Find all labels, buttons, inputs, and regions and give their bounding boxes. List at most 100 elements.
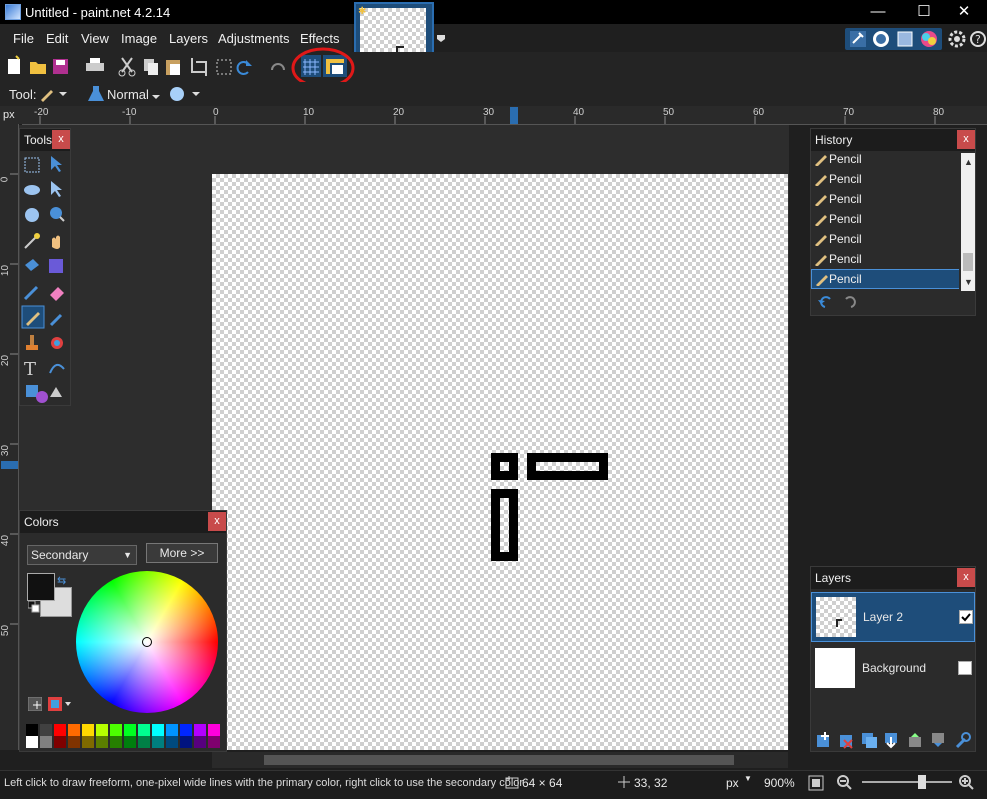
move-layer-up-icon	[909, 733, 921, 747]
menu-image[interactable]: Image	[121, 24, 157, 52]
v-tick: 40	[0, 534, 12, 547]
h-tick: 10	[303, 107, 315, 118]
history-undo-redo	[818, 296, 856, 308]
color-mode-select[interactable]: Secondary ▼	[27, 545, 137, 565]
zoom-icon	[50, 207, 65, 222]
blend-mode-select[interactable]: Normal	[107, 87, 149, 102]
h-tick: 80	[933, 107, 945, 118]
pan-icon	[52, 235, 60, 249]
pencil-icon	[814, 192, 828, 207]
pencil-icon	[814, 153, 828, 167]
zoom-to-window-icon[interactable]	[808, 775, 824, 791]
history-item[interactable]: Pencil	[811, 249, 959, 269]
paintbrush-icon	[23, 285, 39, 301]
more-colors-button[interactable]: More >>	[146, 543, 218, 563]
duplicate-layer-icon	[862, 733, 877, 748]
add-palette-icon[interactable]	[27, 696, 43, 712]
deselect-icon	[216, 59, 232, 75]
antialias-selector[interactable]	[168, 85, 202, 103]
svg-text:?: ?	[975, 33, 981, 46]
layer-visibility-checkbox[interactable]	[958, 661, 972, 675]
layers-panel-close-button[interactable]: x	[957, 568, 975, 587]
scrollbar-thumb[interactable]	[264, 755, 734, 765]
layer-item-background[interactable]: Background	[811, 644, 975, 694]
open-icon	[30, 62, 46, 74]
zoom-slider-track[interactable]	[862, 775, 952, 789]
zoom-slider-thumb[interactable]	[918, 775, 926, 789]
reset-colors-icon[interactable]	[27, 600, 40, 613]
horizontal-scrollbar[interactable]	[212, 752, 788, 768]
menu-layers[interactable]: Layers	[169, 24, 208, 52]
unsaved-star-icon: ✱	[358, 6, 367, 17]
layer-visibility-checkbox[interactable]	[959, 610, 973, 624]
history-panel-close-button[interactable]: x	[957, 130, 975, 149]
color-palette[interactable]	[26, 724, 222, 750]
tools-panel-title: Tools	[24, 133, 53, 147]
color-wheel-cursor[interactable]	[142, 637, 152, 647]
tab-overflow-icon[interactable]	[435, 32, 447, 44]
title-bar: Untitled - paint.net 4.2.14 — ☐ ✕	[0, 0, 987, 24]
scroll-down-icon[interactable]: ▼	[964, 277, 973, 287]
scroll-up-icon[interactable]: ▲	[964, 157, 973, 167]
h-tick: 50	[663, 107, 675, 118]
settings-gear-icon[interactable]	[947, 29, 967, 49]
colors-panel-close-button[interactable]: x	[208, 512, 226, 531]
units-dropdown-icon[interactable]: ▼	[744, 774, 752, 783]
history-scrollbar[interactable]: ▲ ▼	[961, 153, 975, 291]
v-tick: 10	[0, 264, 12, 277]
history-undo-icon	[818, 296, 831, 308]
history-item[interactable]: Pencil	[811, 189, 959, 209]
h-tick: -20	[34, 107, 49, 118]
tools-panel-header: Tools x	[20, 129, 70, 151]
layer-thumbnail	[816, 597, 856, 637]
window-toggles	[845, 28, 942, 50]
menu-adjustments[interactable]: Adjustments	[218, 24, 290, 52]
vertical-ruler: 0 10 20 30 40 50	[0, 124, 19, 750]
history-item[interactable]: Pencil	[811, 209, 959, 229]
menu-view[interactable]: View	[81, 24, 109, 52]
pencil-icon	[814, 252, 828, 267]
units-select[interactable]: px	[726, 776, 739, 790]
h-tick: 60	[753, 107, 765, 118]
history-item-selected[interactable]: Pencil	[811, 269, 959, 289]
antialias-icon	[170, 87, 200, 101]
zoom-out-icon[interactable]	[836, 774, 852, 790]
history-item[interactable]: Pencil	[811, 153, 959, 169]
blend-dropdown-icon[interactable]	[152, 90, 160, 99]
help-icon[interactable]: ?	[969, 29, 987, 49]
color-wheel[interactable]	[76, 571, 218, 713]
swap-colors-icon[interactable]: ⇆	[57, 574, 69, 587]
cursor-position: 33, 32	[634, 776, 668, 790]
image-canvas[interactable]	[212, 174, 788, 750]
zoom-in-icon[interactable]	[958, 774, 974, 790]
palette-menu-icon[interactable]	[48, 697, 72, 711]
zoom-level[interactable]: 900%	[764, 776, 795, 790]
history-item[interactable]: Pencil	[811, 229, 959, 249]
v-tick: 30	[0, 444, 12, 457]
close-window-button[interactable]: ✕	[941, 0, 987, 24]
menu-file[interactable]: File	[13, 24, 34, 52]
checkmark-icon	[961, 613, 971, 622]
v-tick: 50	[0, 624, 12, 637]
tools-panel: Tools x T	[19, 128, 71, 406]
colors-panel-header: Colors x	[20, 511, 226, 533]
tool-selector[interactable]	[39, 86, 69, 102]
history-panel: History x Pencil Pencil Pencil Pencil Pe…	[810, 128, 976, 316]
primary-color-swatch[interactable]	[27, 573, 55, 601]
minimize-button[interactable]: —	[855, 0, 901, 24]
cursor-position-icon	[617, 775, 631, 789]
h-tick: 0	[213, 107, 219, 118]
tools-panel-close-button[interactable]: x	[52, 130, 70, 149]
panel-toggle-icons[interactable]	[845, 28, 942, 50]
layer-item-layer-2[interactable]: Layer 2	[811, 592, 975, 642]
copy-icon	[144, 59, 158, 75]
pencil-drawing	[491, 453, 608, 561]
h-tick: -10	[122, 107, 137, 118]
status-hint: Left click to draw freeform, one-pixel w…	[4, 777, 524, 789]
history-item[interactable]: Pencil	[811, 169, 959, 189]
v-tick: 0	[0, 176, 11, 183]
cut-icon	[118, 57, 136, 77]
menu-edit[interactable]: Edit	[46, 24, 68, 52]
clone-stamp-icon	[26, 335, 38, 350]
history-scroll-thumb[interactable]	[963, 253, 973, 271]
